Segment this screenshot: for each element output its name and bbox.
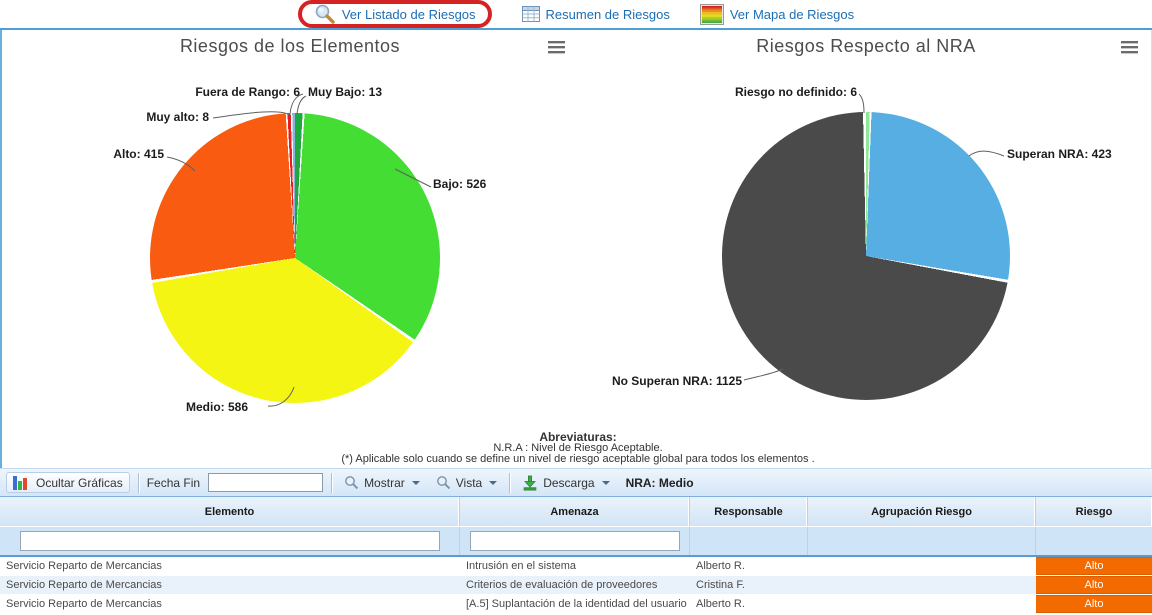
cell-amenaza: [A.5] Suplantación de la identidad del u… (460, 595, 690, 613)
slice-label-bajo: Bajo: 526 (433, 177, 486, 191)
slice-label-no-superan-nra: No Superan NRA: 1125 (600, 374, 742, 388)
table-grid-icon (522, 6, 540, 22)
slice-label-fuera-de-rango: Fuera de Rango: 6 (170, 85, 300, 99)
hide-charts-label: Ocultar Gráficas (36, 476, 123, 490)
vista-dropdown[interactable]: Vista (432, 475, 501, 490)
column-header-elemento[interactable]: Elemento (0, 497, 460, 526)
pie-chart-riesgos-elementos[interactable] (150, 113, 440, 403)
nav-item-ver-mapa-de-riesgos[interactable]: Ver Mapa de Riesgos (700, 4, 854, 25)
magnifier-icon (436, 475, 451, 490)
slice-label-medio: Medio: 586 (186, 400, 248, 414)
slice-label-riesgo-no-definido: Riesgo no definido: 6 (717, 85, 857, 99)
fecha-fin-input[interactable] (208, 473, 323, 492)
chevron-down-icon (602, 481, 610, 485)
slice-label-muy-bajo: Muy Bajo: 13 (308, 85, 382, 99)
table-row[interactable]: Servicio Reparto de Mercancias Criterios… (0, 576, 1152, 595)
column-header-riesgo[interactable]: Riesgo (1036, 497, 1152, 526)
table-header-row: Elemento Amenaza Responsable Agrupación … (0, 497, 1152, 527)
mostrar-dropdown[interactable]: Mostrar (340, 475, 424, 490)
descarga-dropdown[interactable]: Descarga (518, 475, 613, 491)
risk-table: Elemento Amenaza Responsable Agrupación … (0, 497, 1152, 614)
toolbar-separator (331, 473, 332, 493)
column-header-agrupacion-riesgo[interactable]: Agrupación Riesgo (808, 497, 1036, 526)
table-row[interactable]: Servicio Reparto de Mercancias [A.5] Sup… (0, 595, 1152, 614)
nav-item-ver-listado-de-riesgos[interactable]: Ver Listado de Riesgos (314, 3, 476, 25)
magnifier-icon (344, 475, 359, 490)
nav-label: Resumen de Riesgos (546, 7, 670, 22)
heatmap-icon (700, 4, 724, 25)
table-filter-row (0, 527, 1152, 557)
slice-label-muy-alto: Muy alto: 8 (119, 110, 209, 124)
cell-responsable: Alberto R. (690, 595, 808, 613)
filter-input-amenaza[interactable] (470, 531, 680, 551)
column-header-amenaza[interactable]: Amenaza (460, 497, 690, 526)
hide-charts-button[interactable]: Ocultar Gráficas (6, 472, 130, 493)
grid-toolbar: Ocultar Gráficas Fecha Fin Mostrar Vista… (0, 468, 1152, 497)
column-header-responsable[interactable]: Responsable (690, 497, 808, 526)
mostrar-label: Mostrar (364, 476, 405, 490)
chevron-down-icon (412, 481, 420, 485)
risk-badge: Alto (1036, 557, 1152, 575)
magnifier-icon (314, 3, 336, 25)
red-highlight-annotation: Ver Listado de Riesgos (298, 0, 492, 28)
fecha-fin-label: Fecha Fin (147, 476, 200, 490)
slice-label-alto: Alto: 415 (94, 147, 164, 161)
chart-title-right: Riesgos Respecto al NRA (578, 36, 1152, 57)
abbreviations-line2: (*) Aplicable solo cuando se define un n… (2, 454, 1152, 465)
risk-badge: Alto (1036, 576, 1152, 594)
chart-menu-icon-right[interactable] (1121, 41, 1138, 56)
risk-badge: Alto (1036, 595, 1152, 613)
bar-chart-icon (13, 475, 30, 490)
pie-chart-riesgos-nra[interactable] (722, 112, 1010, 400)
chevron-down-icon (489, 481, 497, 485)
chart-title-left: Riesgos de los Elementos (2, 36, 578, 57)
toolbar-separator (138, 473, 139, 493)
cell-elemento: Servicio Reparto de Mercancias (0, 576, 460, 594)
download-icon (522, 475, 538, 491)
chart-menu-icon-left[interactable] (548, 41, 565, 56)
cell-amenaza: Intrusión en el sistema (460, 557, 690, 575)
filter-input-elemento[interactable] (20, 531, 440, 551)
charts-panel: Riesgos de los Elementos Riesgos Respect… (0, 30, 1152, 468)
cell-elemento: Servicio Reparto de Mercancias (0, 557, 460, 575)
nra-status-label: NRA: Medio (626, 476, 694, 490)
cell-agrupacion (808, 557, 1036, 575)
slice-label-superan-nra: Superan NRA: 423 (1007, 147, 1112, 161)
descarga-label: Descarga (543, 476, 594, 490)
nav-label: Ver Mapa de Riesgos (730, 7, 854, 22)
top-nav: Ver Listado de Riesgos Resumen de Riesgo… (0, 0, 1152, 30)
nav-label: Ver Listado de Riesgos (342, 7, 476, 22)
cell-elemento: Servicio Reparto de Mercancias (0, 595, 460, 613)
nav-item-resumen-de-riesgos[interactable]: Resumen de Riesgos (522, 6, 670, 22)
cell-responsable: Alberto R. (690, 557, 808, 575)
cell-agrupacion (808, 595, 1036, 613)
cell-responsable: Cristina F. (690, 576, 808, 594)
abbreviations-note: Abreviaturas: N.R.A : Nivel de Riesgo Ac… (2, 432, 1152, 465)
cell-agrupacion (808, 576, 1036, 594)
cell-amenaza: Criterios de evaluación de proveedores (460, 576, 690, 594)
toolbar-separator (509, 473, 510, 493)
vista-label: Vista (456, 476, 482, 490)
table-row[interactable]: Servicio Reparto de Mercancias Intrusión… (0, 557, 1152, 576)
